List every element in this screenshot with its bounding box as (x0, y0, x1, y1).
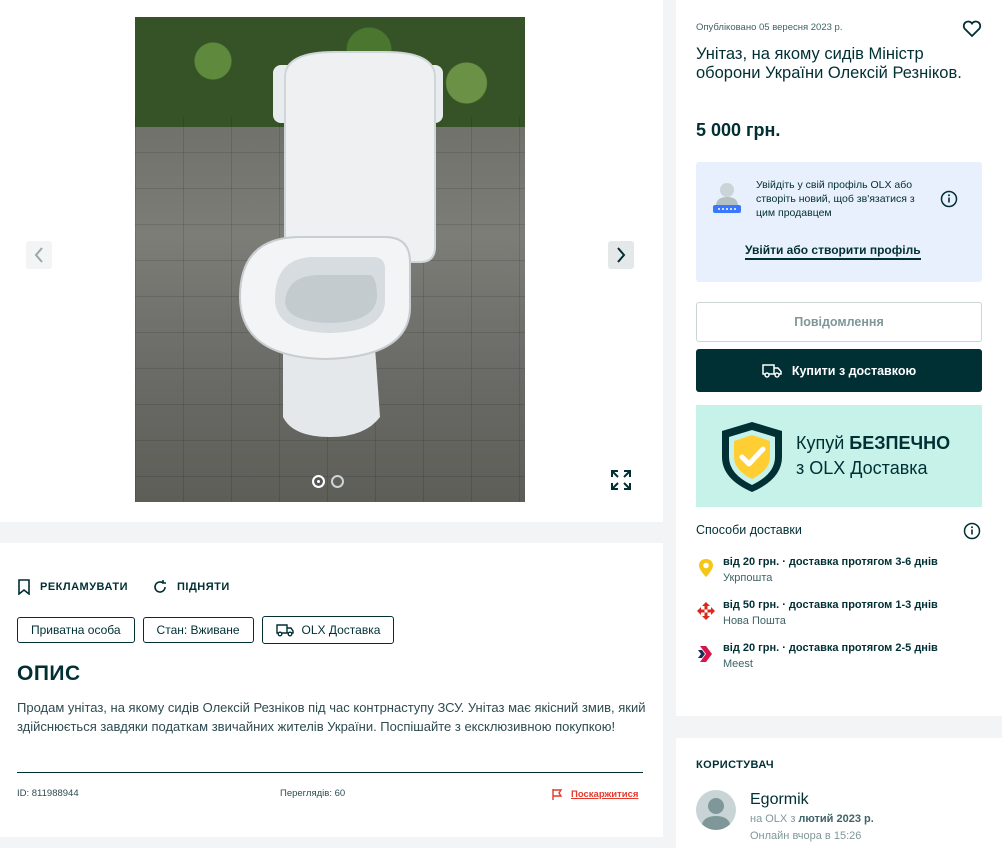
nova-poshta-icon (697, 602, 715, 620)
image-gallery (0, 0, 663, 522)
login-prompt: Увійдіть у свій профіль OLX або створіть… (696, 162, 982, 282)
listing-actions: РЕКЛАМУВАТИ ПІДНЯТИ (17, 579, 230, 595)
tag-condition[interactable]: Стан: Вживане (142, 617, 254, 643)
expand-icon (611, 470, 631, 490)
delivery-methods-title: Способи доставки (696, 523, 802, 537)
previous-image-button[interactable] (26, 241, 52, 269)
toilet-illustration (238, 51, 443, 437)
buy-label: Купити з доставкою (791, 363, 917, 378)
meest-icon (698, 646, 712, 662)
buy-with-delivery-button[interactable]: Купити з доставкою (696, 349, 982, 392)
delivery-carrier: Укрпошта (723, 572, 773, 584)
message-button[interactable]: Повідомлення (696, 302, 982, 342)
report-link[interactable]: Поскаржитися (551, 788, 638, 801)
user-profile-icon (710, 180, 744, 221)
next-image-button[interactable] (608, 241, 634, 269)
promo-line-1: Купуй БЕЗПЕЧНО (796, 433, 950, 454)
promote-button[interactable]: РЕКЛАМУВАТИ (17, 579, 128, 595)
listing-photo[interactable] (135, 17, 525, 502)
seller-card: КОРИСТУВАЧ Egormik на OLX з лютий 2023 р… (676, 738, 1002, 848)
seller-last-online: Онлайн вчора в 15:26 (750, 830, 862, 842)
gallery-pagination (312, 475, 344, 488)
flag-icon (552, 789, 563, 800)
fullscreen-button[interactable] (609, 468, 633, 492)
login-link[interactable]: Увійти або створити профіль (745, 243, 921, 260)
seller-since-prefix: на OLX з (750, 813, 799, 825)
info-icon[interactable] (963, 522, 981, 545)
delivery-carrier: Нова Пошта (723, 615, 786, 627)
seller-since-date: лютий 2023 р. (798, 813, 874, 825)
promote-label: РЕКЛАМУВАТИ (40, 581, 128, 593)
ukrposhta-icon (699, 559, 713, 577)
promo-prefix: Купуй (796, 433, 850, 453)
seller-heading: КОРИСТУВАЧ (696, 759, 774, 771)
tag-label: OLX Доставка (301, 623, 381, 637)
bookmark-icon (18, 579, 30, 595)
slide-dot[interactable] (331, 475, 344, 488)
delivery-carrier: Meest (723, 658, 753, 670)
heart-icon (962, 20, 982, 38)
raise-button[interactable]: ПІДНЯТИ (152, 579, 230, 595)
tag-seller-type[interactable]: Приватна особа (17, 617, 135, 643)
listing-details: РЕКЛАМУВАТИ ПІДНЯТИ Приватна особа Стан:… (0, 543, 663, 837)
login-prompt-text: Увійдіть у свій профіль OLX або створіть… (756, 179, 915, 219)
promo-emphasis: БЕЗПЕЧНО (849, 433, 951, 453)
info-icon[interactable] (940, 190, 958, 213)
delivery-terms: від 20 грн. · доставка протягом 3-6 днів (723, 556, 938, 568)
avatar[interactable] (696, 790, 736, 830)
listing-price: 5 000 грн. (696, 120, 781, 140)
delivery-terms: від 50 грн. · доставка протягом 1-3 днів (723, 599, 938, 611)
seller-since: на OLX з лютий 2023 р. (750, 813, 874, 825)
published-date: Опубліковано 05 вересня 2023 р. (696, 22, 843, 33)
description-text: Продам унітаз, на якому сидів Олексій Ре… (17, 700, 646, 734)
refresh-icon (154, 580, 166, 593)
seller-name[interactable]: Egormik (750, 791, 809, 809)
delivery-terms: від 20 грн. · доставка протягом 2-5 днів (723, 642, 938, 654)
truck-icon (762, 364, 782, 378)
listing-title: Унітаз, на якому сидів Міністр оборони У… (696, 45, 962, 82)
user-silhouette-icon (701, 798, 731, 830)
tag-label: Приватна особа (31, 623, 121, 637)
slide-dot-active[interactable] (312, 475, 325, 488)
truck-icon (275, 624, 294, 637)
listing-sidebar: Опубліковано 05 вересня 2023 р. Унітаз, … (676, 0, 1002, 716)
listing-id: ID: 811988944 (17, 788, 79, 799)
safe-delivery-banner[interactable]: Купуй БЕЗПЕЧНО з OLX Доставка (696, 405, 982, 507)
tag-label: Стан: Вживане (156, 623, 240, 637)
divider (17, 772, 643, 773)
chevron-right-icon (617, 247, 626, 263)
promo-line-2: з OLX Доставка (796, 458, 928, 478)
view-count: Переглядів: 60 (280, 788, 346, 799)
listing-tags: Приватна особа Стан: Вживане OLX Доставк… (17, 616, 395, 644)
description-heading: ОПИС (17, 662, 81, 685)
tag-olx-delivery[interactable]: OLX Доставка (261, 616, 395, 644)
favorite-button[interactable] (962, 20, 982, 43)
raise-label: ПІДНЯТИ (176, 581, 230, 593)
chevron-left-icon (34, 247, 43, 263)
report-label: Поскаржитися (571, 789, 639, 800)
shield-check-icon (722, 422, 782, 492)
